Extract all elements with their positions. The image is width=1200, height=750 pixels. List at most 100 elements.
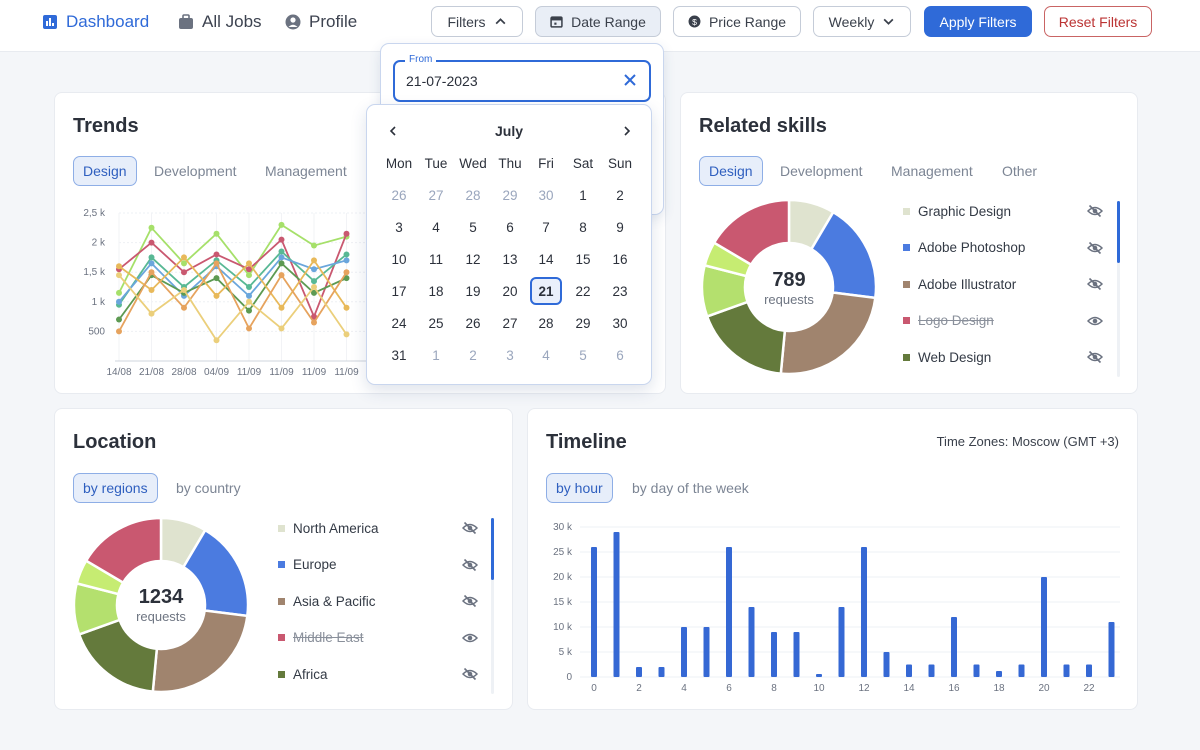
eye-off-icon[interactable] — [1087, 276, 1103, 292]
calendar-day[interactable]: 19 — [457, 277, 489, 305]
legend-item[interactable]: Graphic Design — [903, 201, 1103, 221]
calendar-day[interactable]: 28 — [530, 309, 562, 337]
timeline-bar[interactable] — [726, 547, 732, 677]
timeline-bar[interactable] — [996, 671, 1002, 677]
eye-off-icon[interactable] — [462, 593, 478, 609]
location-tab-regions[interactable]: by regions — [73, 473, 158, 503]
eye-off-icon[interactable] — [462, 557, 478, 573]
calendar-day[interactable]: 4 — [530, 341, 562, 369]
timeline-bar[interactable] — [771, 632, 777, 677]
eye-off-icon[interactable] — [1087, 349, 1103, 365]
timeline-bar[interactable] — [793, 632, 800, 677]
reset-filters-button[interactable]: Reset Filters — [1044, 6, 1152, 37]
calendar-day[interactable]: 4 — [420, 213, 452, 241]
legend-item[interactable]: Middle East — [278, 628, 478, 648]
calendar-day[interactable]: 20 — [494, 277, 526, 305]
location-legend-scroll-thumb[interactable] — [491, 518, 494, 580]
calendar-day[interactable]: 29 — [494, 181, 526, 209]
calendar-day[interactable]: 13 — [494, 245, 526, 273]
timeline-bar[interactable] — [883, 652, 890, 677]
timeline-bar[interactable] — [1063, 664, 1070, 678]
timeline-tab-by-day[interactable]: by day of the week — [623, 473, 758, 503]
legend-item[interactable]: Africa — [278, 664, 478, 684]
legend-item[interactable]: Europe — [278, 555, 478, 575]
timeline-bar[interactable] — [1108, 622, 1115, 677]
timeline-tab-by-hour[interactable]: by hour — [546, 473, 613, 503]
calendar-day[interactable]: 6 — [604, 341, 636, 369]
timeline-bar[interactable] — [613, 532, 620, 677]
calendar-day[interactable]: 27 — [420, 181, 452, 209]
timeline-bar[interactable] — [928, 664, 935, 678]
timeline-bar[interactable] — [1041, 577, 1047, 677]
calendar-day[interactable]: 25 — [420, 309, 452, 337]
timeline-bar[interactable] — [973, 664, 980, 678]
calendar-day[interactable]: 7 — [530, 213, 562, 241]
timeline-bar[interactable] — [703, 627, 710, 677]
timeline-bar[interactable] — [636, 667, 642, 677]
calendar-day[interactable]: 1 — [420, 341, 452, 369]
close-icon[interactable] — [623, 73, 637, 87]
calendar-day[interactable]: 17 — [383, 277, 415, 305]
calendar-day[interactable]: 27 — [494, 309, 526, 337]
eye-icon[interactable] — [462, 630, 478, 646]
location-tab-country[interactable]: by country — [167, 473, 250, 503]
date-range-button[interactable]: Date Range — [535, 6, 661, 37]
timeline-bar[interactable] — [591, 547, 597, 677]
calendar-day[interactable]: 31 — [383, 341, 415, 369]
legend-item[interactable]: Adobe Illustrator — [903, 274, 1103, 294]
legend-item[interactable]: Web Design — [903, 347, 1103, 367]
calendar-day[interactable]: 21 — [530, 277, 562, 305]
calendar-day[interactable]: 2 — [604, 181, 636, 209]
calendar-day[interactable]: 6 — [494, 213, 526, 241]
calendar-day[interactable]: 18 — [420, 277, 452, 305]
timeline-bar[interactable] — [748, 607, 755, 677]
calendar-day[interactable]: 24 — [383, 309, 415, 337]
calendar-day[interactable]: 26 — [457, 309, 489, 337]
skills-tab-management[interactable]: Management — [882, 156, 982, 186]
eye-off-icon[interactable] — [1087, 240, 1103, 256]
calendar-day[interactable]: 26 — [383, 181, 415, 209]
calendar-day[interactable]: 5 — [457, 213, 489, 241]
trends-tab-development[interactable]: Development — [145, 156, 246, 186]
timeline-bar[interactable] — [658, 667, 665, 677]
timeline-bar[interactable] — [951, 617, 957, 677]
calendar-day[interactable]: 2 — [457, 341, 489, 369]
eye-icon[interactable] — [1087, 313, 1103, 329]
calendar-day[interactable]: 1 — [567, 181, 599, 209]
calendar-day[interactable]: 9 — [604, 213, 636, 241]
calendar-day[interactable]: 15 — [567, 245, 599, 273]
nav-dashboard[interactable]: Dashboard — [42, 12, 149, 32]
timeline-bar[interactable] — [1018, 664, 1025, 678]
chevron-right-icon[interactable] — [621, 125, 633, 137]
apply-filters-button[interactable]: Apply Filters — [924, 6, 1032, 37]
trends-tab-design[interactable]: Design — [73, 156, 137, 186]
calendar-day[interactable]: 23 — [604, 277, 636, 305]
skills-tab-design[interactable]: Design — [699, 156, 763, 186]
legend-item[interactable]: Adobe Photoshop — [903, 238, 1103, 258]
legend-item[interactable]: Logo Design — [903, 311, 1103, 331]
nav-profile[interactable]: Profile — [285, 12, 357, 32]
filters-button[interactable]: Filters — [431, 6, 523, 37]
calendar-day[interactable]: 29 — [567, 309, 599, 337]
calendar-day[interactable]: 14 — [530, 245, 562, 273]
timeline-bar[interactable] — [861, 547, 867, 677]
calendar-day[interactable]: 5 — [567, 341, 599, 369]
calendar-day[interactable]: 28 — [457, 181, 489, 209]
calendar-day[interactable]: 30 — [604, 309, 636, 337]
legend-item[interactable]: North America — [278, 518, 478, 538]
price-range-button[interactable]: $ Price Range — [673, 6, 801, 37]
skills-tab-development[interactable]: Development — [771, 156, 872, 186]
date-from-input[interactable]: From 21-07-2023 — [393, 54, 651, 102]
trends-tab-management[interactable]: Management — [256, 156, 356, 186]
calendar-day[interactable]: 3 — [494, 341, 526, 369]
timeline-bar[interactable] — [816, 674, 822, 677]
legend-item[interactable]: Asia & Pacific — [278, 591, 478, 611]
calendar-day[interactable]: 30 — [530, 181, 562, 209]
eye-off-icon[interactable] — [1087, 203, 1103, 219]
calendar-day[interactable]: 10 — [383, 245, 415, 273]
calendar-day[interactable]: 22 — [567, 277, 599, 305]
nav-all-jobs[interactable]: All Jobs — [178, 12, 262, 32]
skills-tab-other[interactable]: Other — [993, 156, 1046, 186]
timeline-bar[interactable] — [838, 607, 845, 677]
weekly-dropdown[interactable]: Weekly — [813, 6, 911, 37]
